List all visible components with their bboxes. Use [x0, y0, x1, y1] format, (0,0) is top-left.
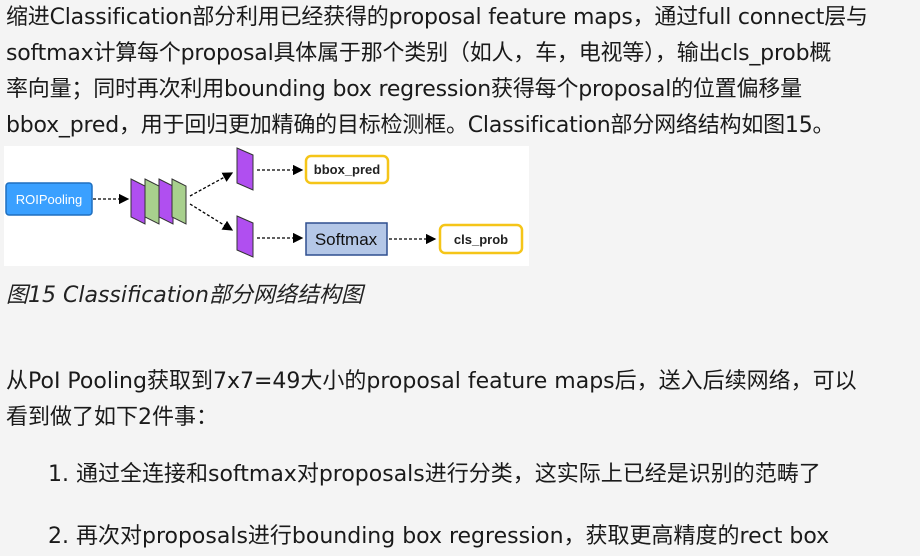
- feature-map-4: [171, 178, 187, 225]
- bbox-pred-label: bbox_pred: [314, 162, 381, 177]
- intro-line: 率向量；同时再次利用bounding box regression获得每个pro…: [6, 77, 802, 102]
- second-paragraph-line: 从PoI Pooling获取到7x7=49大小的proposal feature…: [6, 369, 857, 394]
- classification-network-figure: ROIPooling bbox_pred Softmax cls_prob: [4, 146, 529, 266]
- network-diagram: ROIPooling bbox_pred Softmax cls_prob: [5, 147, 524, 258]
- second-paragraph-line: 看到做了如下2件事：: [6, 405, 218, 430]
- list-item-1: 1. 通过全连接和softmax对proposals进行分类，这实际上已经是识别…: [48, 462, 821, 487]
- arrow-to-bottom-fc: [189, 203, 234, 231]
- feature-map-1: [130, 178, 146, 225]
- intro-line: 缩进Classification部分利用已经获得的proposal featur…: [6, 5, 868, 30]
- feature-map-2: [144, 178, 160, 225]
- figure-caption: 图15 Classification部分网络结构图: [6, 283, 363, 308]
- list-item-2: 2. 再次对proposals进行bounding box regression…: [48, 524, 830, 549]
- intro-line: softmax计算每个proposal具体属于那个类别（如人，车，电视等），输出…: [6, 41, 832, 66]
- fc-bottom: [236, 215, 254, 258]
- roipooling-label: ROIPooling: [16, 192, 82, 207]
- second-paragraph: 从PoI Pooling获取到7x7=49大小的proposal feature…: [6, 364, 918, 436]
- fc-top: [236, 147, 254, 191]
- arrow-to-top-fc: [189, 172, 234, 197]
- feature-map-3: [158, 178, 174, 225]
- intro-paragraph: 缩进Classification部分利用已经获得的proposal featur…: [6, 0, 918, 144]
- cls-prob-label: cls_prob: [454, 232, 508, 247]
- softmax-label: Softmax: [315, 230, 378, 249]
- intro-line: bbox_pred，用于回归更加精确的目标检测框。Classification部…: [6, 113, 835, 138]
